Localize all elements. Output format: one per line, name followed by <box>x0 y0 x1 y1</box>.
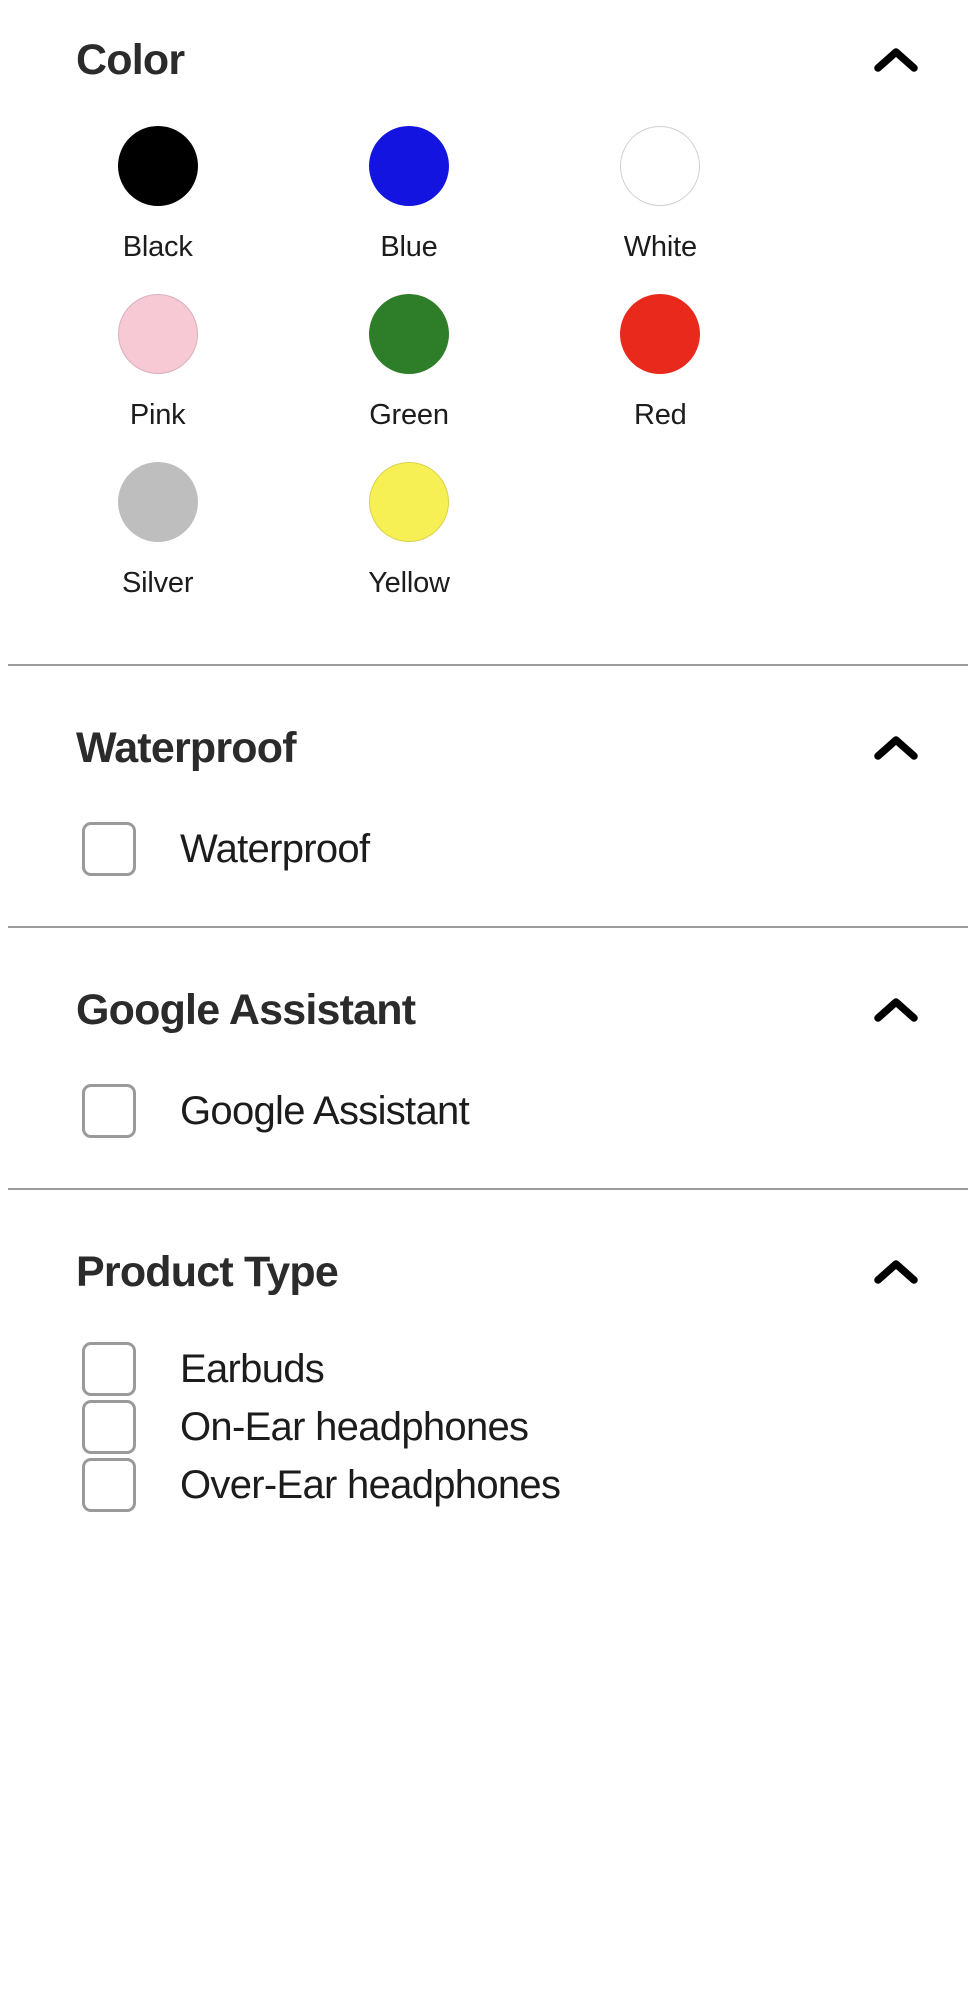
color-swatch-grid: Black Blue White Pink Green Red <box>32 108 786 598</box>
color-swatch-label: Silver <box>122 569 193 598</box>
checkbox-list-google-assistant: Google Assistant <box>0 1082 976 1140</box>
filter-section-waterproof: Waterproof Waterproof <box>0 666 976 926</box>
color-swatch-option[interactable]: Silver <box>32 444 283 598</box>
color-swatch-circle <box>369 462 449 542</box>
color-swatch-option[interactable]: Black <box>32 108 283 262</box>
color-swatch-option[interactable]: Red <box>535 276 786 430</box>
checkbox-list-waterproof: Waterproof <box>0 820 976 878</box>
checkbox-label: Over-Ear headphones <box>180 1465 560 1505</box>
section-header-google-assistant[interactable]: Google Assistant <box>0 980 976 1040</box>
product-filter-panel: Color Black Blue White <box>0 0 976 1999</box>
checkbox-on-ear-headphones[interactable] <box>82 1400 136 1454</box>
section-title-waterproof: Waterproof <box>76 727 296 770</box>
checkbox-waterproof[interactable] <box>82 822 136 876</box>
color-swatch-label: Green <box>369 401 449 430</box>
spacer <box>0 878 976 926</box>
color-swatch-circle <box>369 294 449 374</box>
checkbox-label: Waterproof <box>180 829 369 869</box>
checkbox-over-ear-headphones[interactable] <box>82 1458 136 1512</box>
chevron-up-icon-color[interactable] <box>868 32 924 88</box>
filter-section-product-type: Product Type Earbuds On-Ear headphones O… <box>0 1190 976 1514</box>
checkbox-row-google-assistant[interactable]: Google Assistant <box>0 1082 976 1140</box>
color-swatch-circle <box>118 462 198 542</box>
color-swatch-label: Pink <box>130 401 186 430</box>
checkbox-row-earbuds[interactable]: Earbuds <box>0 1340 976 1398</box>
spacer <box>0 1140 976 1188</box>
color-swatch-label: Yellow <box>368 569 450 598</box>
color-swatch-option[interactable]: White <box>535 108 786 262</box>
checkbox-row-on-ear-headphones[interactable]: On-Ear headphones <box>0 1398 976 1456</box>
chevron-up-icon-product-type[interactable] <box>868 1244 924 1300</box>
color-swatch-circle <box>118 294 198 374</box>
color-swatch-circle <box>620 126 700 206</box>
section-title-google-assistant: Google Assistant <box>76 989 415 1032</box>
checkbox-google-assistant[interactable] <box>82 1084 136 1138</box>
color-swatch-label: Blue <box>380 233 437 262</box>
color-swatch-option[interactable]: Yellow <box>283 444 534 598</box>
section-header-waterproof[interactable]: Waterproof <box>0 718 976 778</box>
color-swatch-label: White <box>624 233 697 262</box>
filter-section-google-assistant: Google Assistant Google Assistant <box>0 928 976 1188</box>
checkbox-label: Earbuds <box>180 1349 324 1389</box>
section-title-color: Color <box>76 39 184 82</box>
color-swatch-option[interactable]: Pink <box>32 276 283 430</box>
color-swatch-label: Red <box>634 401 687 430</box>
chevron-up-icon-waterproof[interactable] <box>868 720 924 776</box>
filter-section-color: Color Black Blue White <box>0 0 976 664</box>
checkbox-label: On-Ear headphones <box>180 1407 528 1447</box>
checkbox-row-over-ear-headphones[interactable]: Over-Ear headphones <box>0 1456 976 1514</box>
checkbox-earbuds[interactable] <box>82 1342 136 1396</box>
spacer <box>0 598 976 664</box>
section-header-product-type[interactable]: Product Type <box>0 1242 976 1302</box>
color-swatch-label: Black <box>123 233 193 262</box>
color-swatch-circle <box>118 126 198 206</box>
color-swatch-circle <box>620 294 700 374</box>
checkbox-label: Google Assistant <box>180 1091 469 1131</box>
color-swatch-option[interactable]: Blue <box>283 108 534 262</box>
color-swatch-option[interactable]: Green <box>283 276 534 430</box>
chevron-up-icon-google-assistant[interactable] <box>868 982 924 1038</box>
checkbox-list-product-type: Earbuds On-Ear headphones Over-Ear headp… <box>0 1340 976 1514</box>
section-header-color[interactable]: Color <box>0 30 976 90</box>
color-swatch-empty-cell <box>535 444 786 598</box>
section-title-product-type: Product Type <box>76 1251 338 1294</box>
checkbox-row-waterproof[interactable]: Waterproof <box>0 820 976 878</box>
color-swatch-circle <box>369 126 449 206</box>
